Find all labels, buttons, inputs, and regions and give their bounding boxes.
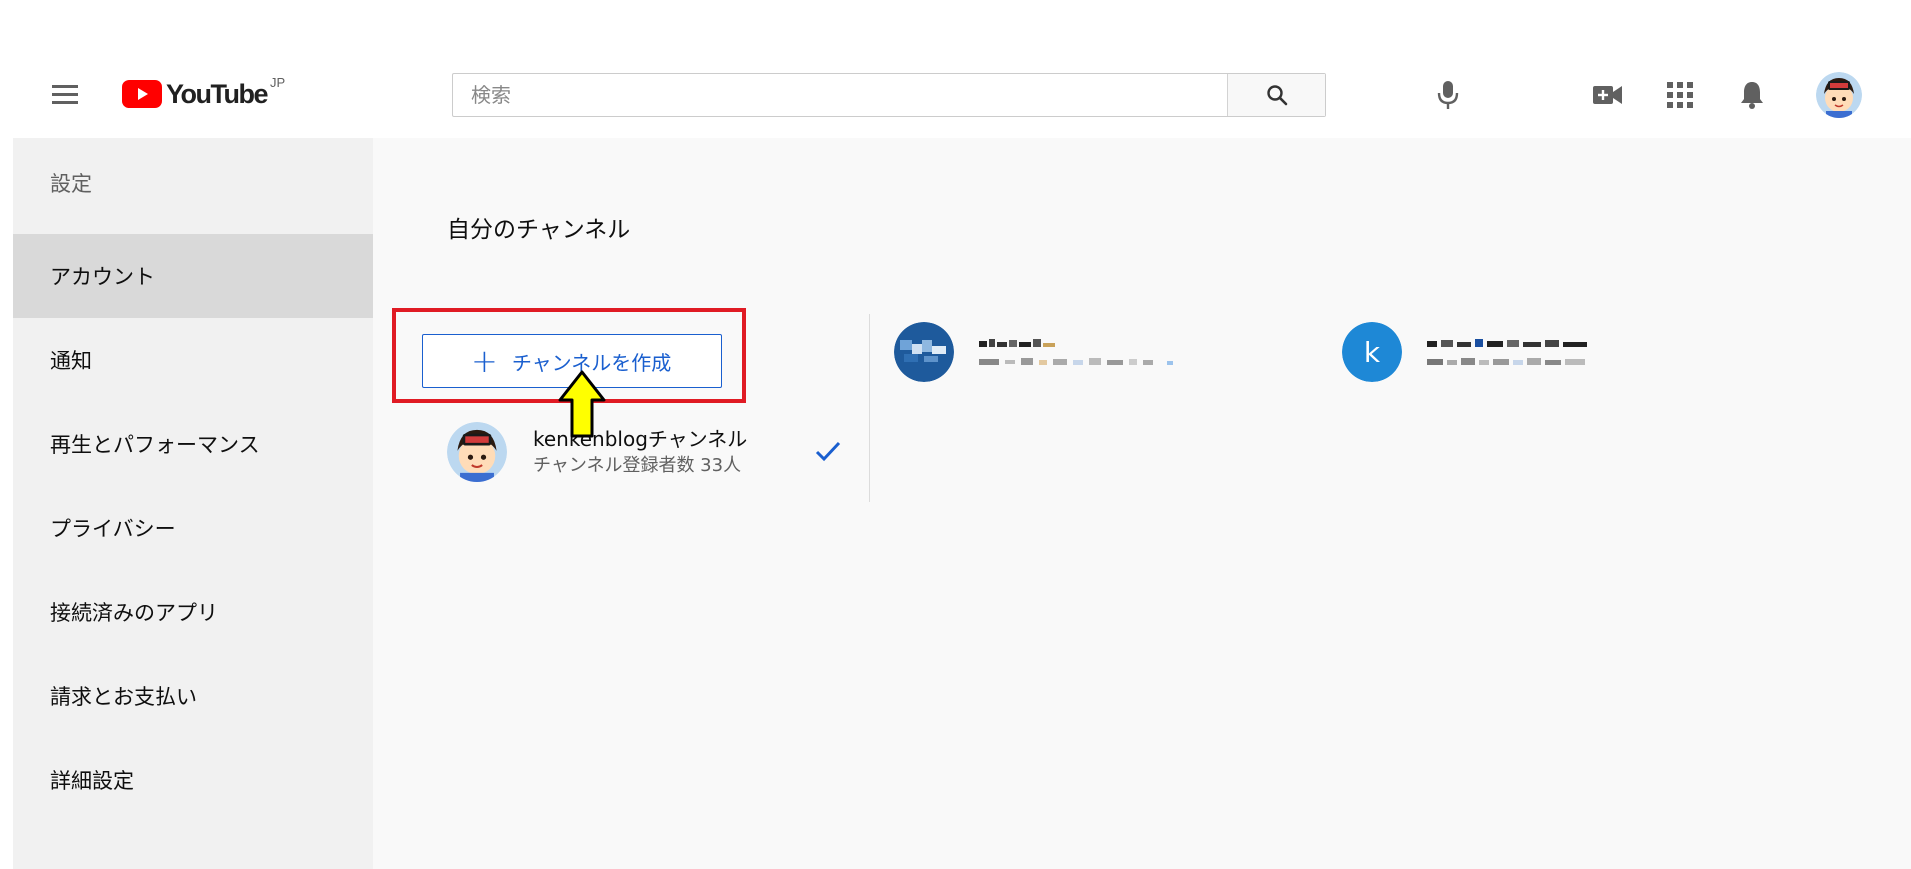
logo-text: YouTube (166, 78, 268, 109)
channel-avatar: k (1342, 322, 1402, 382)
channel-avatar (894, 322, 954, 382)
menu-icon (52, 85, 78, 104)
pixelated-text-icon (979, 358, 1173, 365)
pixelated-avatar-icon (894, 322, 954, 382)
logo-country-code: JP (269, 74, 286, 90)
section-title: 自分のチャンネル (447, 217, 631, 243)
account-avatar-button[interactable] (1816, 72, 1862, 118)
create-video-button[interactable] (1591, 78, 1625, 112)
sidebar-item-account[interactable]: アカウント (13, 234, 373, 318)
search-button[interactable] (1227, 74, 1325, 116)
avatar-icon (1816, 72, 1862, 118)
search-input[interactable] (453, 74, 1227, 116)
other-channel-item[interactable] (894, 322, 1194, 386)
sidebar-item-label: 詳細設定 (50, 769, 134, 793)
search-bar (452, 73, 1326, 117)
channel-avatar (447, 422, 507, 482)
sidebar-item-connected-apps[interactable]: 接続済みのアプリ (13, 570, 373, 654)
sidebar-heading: 設定 (50, 172, 92, 196)
voice-search-button[interactable] (1431, 78, 1465, 112)
bell-icon (1741, 82, 1763, 109)
sidebar-item-label: アカウント (50, 265, 155, 289)
sidebar-item-label: 通知 (50, 349, 92, 373)
obscured-channel-name (1427, 334, 1592, 347)
search-icon (1266, 85, 1287, 106)
sidebar-item-playback-performance[interactable]: 再生とパフォーマンス (13, 402, 373, 486)
microphone-icon (1437, 81, 1459, 109)
sidebar-item-label: プライバシー (50, 517, 176, 541)
plus-icon: + (471, 342, 498, 380)
obscured-channel-name (979, 334, 1059, 347)
pixelated-text-icon (979, 339, 1055, 347)
app-window: YouTube JP 検索 設定 アカウント 通知 再生とパフォーマンス プライ… (0, 0, 1911, 869)
sidebar-item-label: 再生とパフォーマンス (50, 433, 260, 457)
menu-button[interactable] (52, 84, 82, 106)
sidebar-item-notifications[interactable]: 通知 (13, 318, 373, 402)
notifications-button[interactable] (1735, 78, 1769, 112)
video-camera-icon (1593, 86, 1622, 104)
channel-subscriber-count: チャンネル登録者数 33人 (533, 455, 742, 476)
check-icon (815, 441, 841, 462)
main-content: 自分のチャンネル + チャンネルを作成 kenkenblogチャンネル チャンネ… (373, 138, 1911, 869)
settings-sidebar: 設定 アカウント 通知 再生とパフォーマンス プライバシー 接続済みのアプリ 請… (13, 138, 373, 869)
other-channel-item[interactable]: k (1342, 322, 1642, 386)
sidebar-item-label: 接続済みのアプリ (50, 601, 218, 625)
arrow-up-annotation-icon (558, 370, 606, 438)
sidebar-item-advanced[interactable]: 詳細設定 (13, 738, 373, 822)
obscured-channel-subscribers (979, 352, 1179, 365)
obscured-channel-subscribers (1427, 352, 1592, 365)
letter-avatar-icon: k (1342, 322, 1402, 382)
pixelated-text-icon (1427, 358, 1585, 365)
apps-button[interactable] (1663, 78, 1697, 112)
youtube-logo-icon (122, 80, 162, 108)
avatar-icon (447, 422, 507, 482)
top-header: YouTube JP (13, 46, 1911, 138)
avatar-letter: k (1364, 336, 1381, 369)
sidebar-item-privacy[interactable]: プライバシー (13, 486, 373, 570)
channel-list-divider (869, 314, 870, 502)
sidebar-item-label: 請求とお支払い (50, 685, 197, 709)
apps-grid-icon (1667, 82, 1693, 108)
pixelated-text-icon (1427, 339, 1587, 347)
current-channel-item[interactable]: kenkenblogチャンネル チャンネル登録者数 33人 (447, 420, 817, 484)
youtube-logo[interactable]: YouTube JP (122, 74, 286, 112)
sidebar-item-billing[interactable]: 請求とお支払い (13, 654, 373, 738)
